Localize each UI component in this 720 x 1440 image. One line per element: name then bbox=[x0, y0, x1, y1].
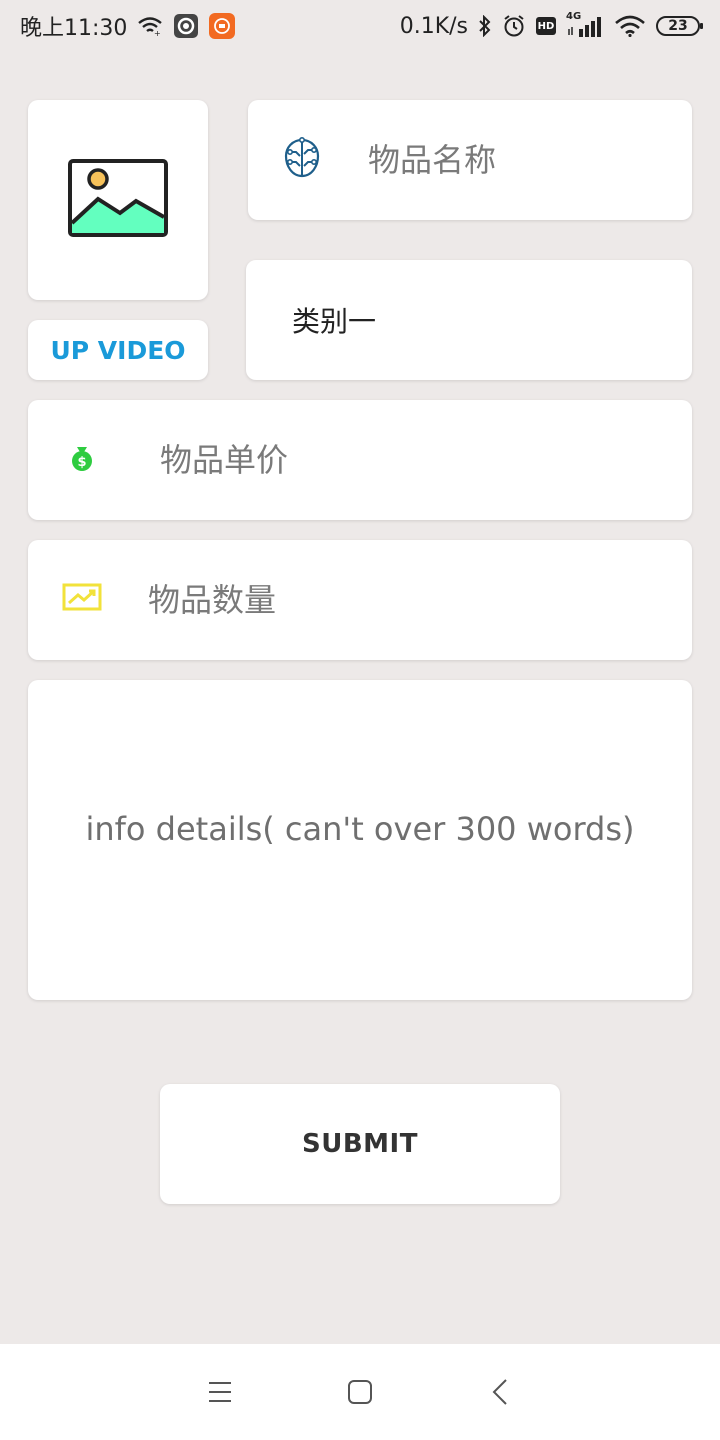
home-square-icon[interactable] bbox=[330, 1362, 390, 1422]
wifi-calling-icon: + bbox=[137, 15, 163, 37]
photo-picker[interactable] bbox=[28, 100, 208, 300]
category-selected-value: 类别一 bbox=[292, 305, 377, 338]
item-name-field[interactable] bbox=[248, 100, 692, 220]
navigation-bar bbox=[0, 1344, 720, 1440]
mi-app-icon bbox=[209, 13, 236, 39]
alarm-icon bbox=[502, 14, 526, 38]
details-field[interactable] bbox=[28, 680, 692, 1000]
item-name-input[interactable] bbox=[368, 141, 668, 179]
unit-price-field[interactable]: $ bbox=[28, 400, 692, 520]
network-type: 4G bbox=[566, 11, 582, 22]
bluetooth-icon bbox=[478, 15, 492, 37]
submit-button[interactable]: SUBMIT bbox=[160, 1084, 560, 1204]
money-bag-icon: $ bbox=[68, 444, 96, 476]
signal-icon: 4G bbox=[566, 11, 604, 37]
quantity-input[interactable] bbox=[148, 581, 608, 619]
quantity-field[interactable] bbox=[28, 540, 692, 660]
category-select[interactable]: 类别一 bbox=[246, 260, 692, 380]
battery-level: 23 bbox=[668, 18, 688, 34]
status-bar: 晚上11:30 + 0.1K/s HD 4G 23 bbox=[0, 0, 720, 52]
wifi-icon bbox=[614, 15, 646, 37]
hd-icon: HD bbox=[536, 17, 556, 35]
menu-icon[interactable] bbox=[190, 1362, 250, 1422]
trend-chart-icon bbox=[62, 583, 102, 617]
status-bar-left: 晚上11:30 + bbox=[20, 10, 236, 42]
battery-icon: 23 bbox=[656, 16, 703, 36]
unit-price-input[interactable] bbox=[160, 441, 620, 479]
details-textarea[interactable] bbox=[60, 810, 660, 870]
back-chevron-icon[interactable] bbox=[470, 1362, 530, 1422]
status-bar-right: 0.1K/s HD 4G 23 bbox=[399, 11, 703, 39]
svg-text:$: $ bbox=[77, 455, 86, 470]
status-time: 晚上11:30 bbox=[20, 16, 128, 41]
record-icon bbox=[173, 13, 199, 39]
svg-text:+: + bbox=[154, 29, 161, 37]
image-placeholder-icon bbox=[68, 159, 168, 241]
net-speed: 0.1K/s bbox=[399, 13, 468, 39]
brain-circuit-icon bbox=[282, 136, 322, 184]
up-video-button[interactable]: UP VIDEO bbox=[28, 320, 208, 380]
